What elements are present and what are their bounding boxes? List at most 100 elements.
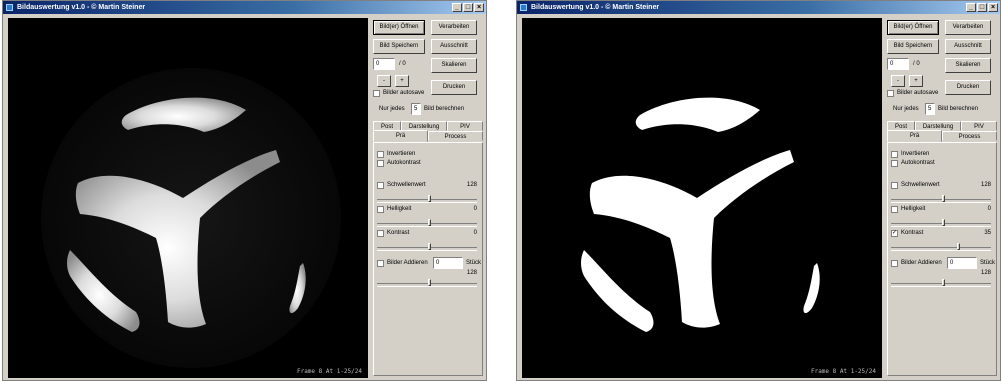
close-icon[interactable]: × [474,3,484,12]
previous-frame-button[interactable]: - [891,75,905,87]
autocontrast-label: Autokontrast [387,160,421,166]
brightness-slider[interactable] [377,223,477,227]
binary-image [581,97,820,332]
brightness-value: 0 [987,206,991,212]
tab-piv[interactable]: PIV [447,121,483,131]
window-title: Bildauswertung v1.0 - © Martin Steiner [531,4,660,11]
add-images-slider[interactable] [891,283,991,287]
contrast-slider-thumb[interactable] [957,243,960,250]
threshold-value: 128 [466,182,477,188]
add-images-unit: Stück [980,260,996,266]
process-button[interactable]: Verarbeiten [945,20,991,35]
add-images-input[interactable]: 0 [947,257,977,269]
brightness-value: 0 [473,206,477,212]
grayscale-image [41,68,341,368]
contrast-value: 35 [984,230,991,236]
brightness-label: Helligkeit [901,206,926,212]
contrast-slider-thumb[interactable] [428,243,431,250]
threshold-value: 128 [980,182,991,188]
minimize-icon[interactable]: _ [452,3,462,12]
brightness-slider-thumb[interactable] [428,219,431,226]
add-images-checkbox[interactable] [377,260,384,267]
add-images-slider[interactable] [377,283,477,287]
open-images-button[interactable]: Bild(er) Öffnen [373,20,425,35]
process-button[interactable]: Verarbeiten [431,20,477,35]
threshold-slider[interactable] [891,199,991,203]
crop-button[interactable]: Ausschnitt [431,39,477,54]
maximize-icon[interactable]: □ [463,3,473,12]
previous-frame-button[interactable]: - [377,75,391,87]
add-images-slider-thumb[interactable] [942,279,945,286]
maximize-icon[interactable]: □ [977,3,987,12]
autosave-checkbox[interactable] [887,90,894,97]
open-images-button[interactable]: Bild(er) Öffnen [887,20,939,35]
frame-total: / 0 [399,61,406,67]
every-nth-input[interactable]: 5 [411,103,421,115]
add-images-checkbox[interactable] [891,260,898,267]
threshold-label: Schwellenwert [901,182,940,188]
app-window-left: Bildauswertung v1.0 - © Martin Steiner _… [2,0,487,381]
save-image-button[interactable]: Bild Speichern [887,39,939,54]
close-icon[interactable]: × [988,3,998,12]
print-button[interactable]: Drucken [431,80,477,95]
autocontrast-label: Autokontrast [901,160,935,166]
next-frame-button[interactable]: + [395,75,409,87]
threshold-slider-thumb[interactable] [428,195,431,202]
add-images-value: 128 [980,270,991,276]
threshold-checkbox[interactable] [891,182,898,189]
autosave-checkbox[interactable] [373,90,380,97]
contrast-label: Kontrast [387,230,410,236]
app-window-right: Bildauswertung v1.0 - © Martin Steiner _… [516,0,1001,381]
every-nth-input[interactable]: 5 [925,103,935,115]
threshold-slider-thumb[interactable] [942,195,945,202]
contrast-slider[interactable] [377,247,477,251]
tab-pra[interactable]: Prä [373,130,428,142]
invert-checkbox[interactable] [377,151,384,158]
contrast-slider[interactable] [891,247,991,251]
image-canvas[interactable]: Frame 8 At 1-25/24 [8,18,368,378]
title-bar[interactable]: Bildauswertung v1.0 - © Martin Steiner _… [3,1,486,14]
autocontrast-checkbox[interactable] [377,160,384,167]
contrast-checkbox[interactable] [377,230,384,237]
frame-stamp: Frame 8 At 1-25/24 [296,368,362,375]
print-button[interactable]: Drucken [945,80,991,95]
frame-input[interactable]: 0 [887,58,909,70]
control-panel: Bild(er) Öffnen Verarbeiten Bild Speiche… [373,18,483,378]
image-canvas[interactable]: Frame 8 At 1-25/24 [522,18,882,378]
save-image-button[interactable]: Bild Speichern [373,39,425,54]
tab-pra[interactable]: Prä [887,130,942,142]
brightness-label: Helligkeit [387,206,412,212]
minimize-icon[interactable]: _ [966,3,976,12]
crop-button[interactable]: Ausschnitt [945,39,991,54]
app-icon [520,4,527,11]
frame-input[interactable]: 0 [373,58,395,70]
every-nth-label: Nur jedes [379,106,405,112]
brightness-slider[interactable] [891,223,991,227]
contrast-checkbox[interactable]: ✓ [891,230,898,237]
add-images-input[interactable]: 0 [433,257,463,269]
threshold-checkbox[interactable] [377,182,384,189]
autosave-label: Bilder autosave [383,90,425,96]
tab-piv[interactable]: PIV [961,121,997,131]
brightness-slider-thumb[interactable] [942,219,945,226]
threshold-slider[interactable] [377,199,477,203]
title-bar[interactable]: Bildauswertung v1.0 - © Martin Steiner _… [517,1,1000,14]
add-images-value: 128 [466,270,477,276]
brightness-checkbox[interactable] [377,206,384,213]
add-images-unit: Stück [466,260,482,266]
scale-button[interactable]: Skalieren [945,58,991,73]
autocontrast-checkbox[interactable] [891,160,898,167]
control-panel: Bild(er) Öffnen Verarbeiten Bild Speiche… [887,18,997,378]
add-images-slider-thumb[interactable] [428,279,431,286]
add-images-label: Bilder Addieren [901,260,942,266]
threshold-label: Schwellenwert [387,182,426,188]
brightness-checkbox[interactable] [891,206,898,213]
tab-process[interactable]: Process [942,131,997,141]
contrast-value: 0 [473,230,477,236]
scale-button[interactable]: Skalieren [431,58,477,73]
app-icon [6,4,13,11]
invert-checkbox[interactable] [891,151,898,158]
add-images-label: Bilder Addieren [387,260,428,266]
next-frame-button[interactable]: + [909,75,923,87]
tab-process[interactable]: Process [428,131,483,141]
